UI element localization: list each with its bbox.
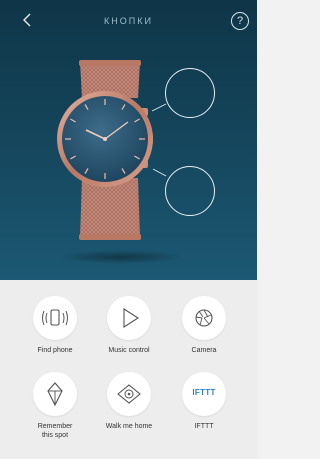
- play-triangle-icon: [123, 307, 140, 329]
- top-pusher-hotspot[interactable]: [165, 68, 215, 118]
- remember-spot-label-line1: Remember: [37, 423, 73, 430]
- location-pin-icon: [47, 382, 63, 407]
- bottom-pusher-hotspot[interactable]: [165, 166, 215, 216]
- ifttt-label: IFTTT: [194, 423, 214, 430]
- find-phone-label: Find phone: [37, 347, 73, 354]
- vibrating-phone-icon: [42, 309, 68, 326]
- eye-navigation-icon: [117, 384, 141, 404]
- watch-shadow: [58, 250, 184, 264]
- camera-shutter-icon: [195, 309, 213, 327]
- remember-spot-label: Remember this spot: [17, 422, 93, 440]
- camera-action[interactable]: Camera: [166, 296, 242, 355]
- walk-me-home-action[interactable]: Walk me home: [91, 372, 167, 431]
- remember-spot-action[interactable]: Remember this spot: [17, 372, 93, 440]
- camera-label: Camera: [191, 347, 217, 354]
- find-phone-action[interactable]: Find phone: [17, 296, 93, 355]
- remember-spot-label-line2: this spot: [41, 432, 69, 439]
- music-control-label: Music control: [108, 347, 150, 354]
- walk-me-home-label: Walk me home: [105, 423, 153, 430]
- watch-illustration: [0, 0, 257, 280]
- ifttt-action[interactable]: IFTTT IFTTT: [166, 372, 242, 431]
- watch-hero: КНОПКИ ?: [0, 0, 257, 280]
- music-control-action[interactable]: Music control: [91, 296, 167, 355]
- actions-panel: Find phone Music control Camera Remember…: [0, 280, 257, 459]
- hybrid-watch-image: [57, 60, 167, 240]
- ifttt-logo-icon: IFTTT: [192, 388, 216, 397]
